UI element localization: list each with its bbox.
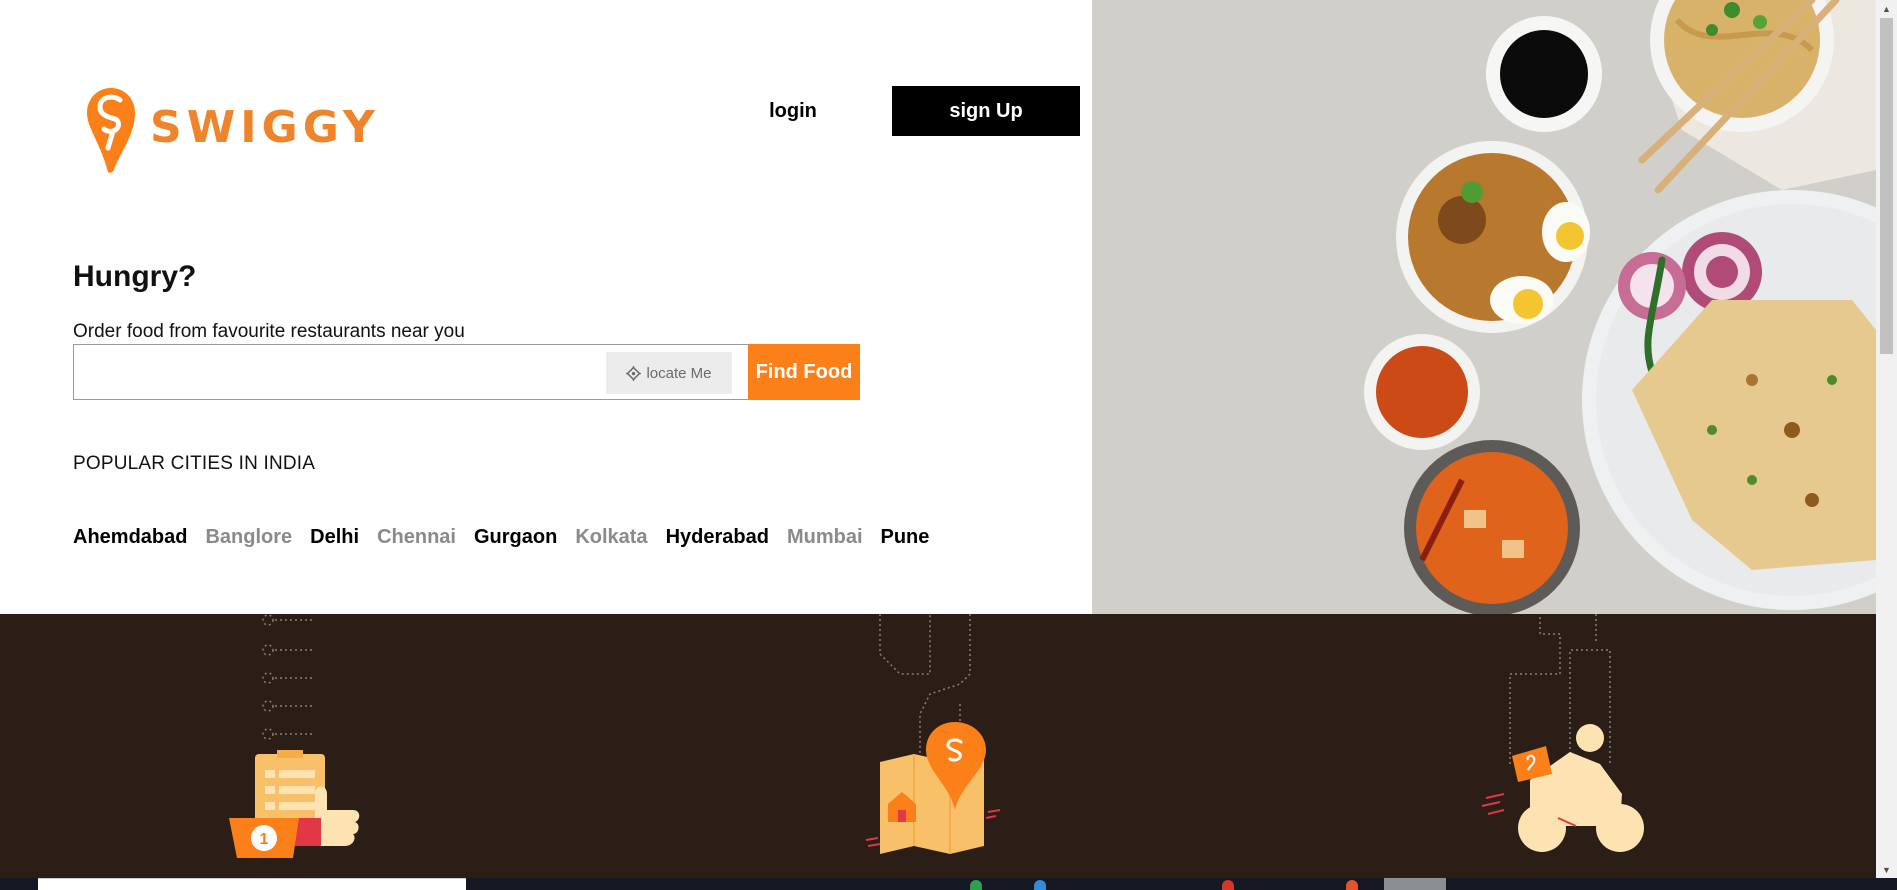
taskbar-app-icon[interactable] [970, 880, 982, 890]
order-checklist-thumbs-up-icon: 1 [229, 614, 360, 858]
swiggy-logo-icon [87, 88, 135, 173]
city-link-kolkata[interactable]: Kolkata [575, 526, 647, 549]
taskbar-active-app[interactable] [1384, 878, 1446, 890]
scroll-up-arrow-icon[interactable]: ▲ [1876, 0, 1897, 17]
map-location-pin-icon [865, 614, 1001, 854]
city-link-gurgaon[interactable]: Gurgaon [474, 526, 557, 549]
signup-button[interactable]: sign Up [892, 86, 1080, 136]
scroll-down-arrow-icon[interactable]: ▼ [1876, 861, 1897, 878]
brand-name: SWIGGY [150, 102, 380, 153]
city-link-chennai[interactable]: Chennai [377, 526, 456, 549]
city-link-delhi[interactable]: Delhi [310, 526, 359, 549]
swiggy-logo[interactable]: SWIGGY [86, 86, 380, 174]
taskbar-app-icon[interactable] [1034, 880, 1046, 890]
locate-me-button[interactable]: locate Me [606, 352, 732, 394]
taskbar-app-icon[interactable] [1222, 880, 1234, 890]
hero-left-panel: SWIGGY login sign Up Hungry? Order food … [0, 0, 1092, 614]
scrollbar-thumb[interactable] [1880, 18, 1893, 354]
city-link-mumbai[interactable]: Mumbai [787, 526, 863, 549]
city-link-pune[interactable]: Pune [881, 526, 930, 549]
find-food-button[interactable]: Find Food [748, 344, 860, 400]
city-link-hyderabad[interactable]: Hyderabad [666, 526, 769, 549]
crosshair-icon [626, 365, 642, 381]
vertical-scrollbar[interactable]: ▲ ▼ [1876, 0, 1897, 878]
hero-subtitle: Order food from favourite restaurants ne… [73, 321, 465, 342]
hero-section: SWIGGY login sign Up Hungry? Order food … [0, 0, 1876, 614]
hero-food-image [1092, 0, 1876, 614]
location-search-input[interactable] [74, 345, 604, 399]
how-it-works-band: 1 [0, 614, 1876, 878]
delivery-scooter-icon [1481, 614, 1644, 852]
os-taskbar [0, 878, 1897, 890]
popular-cities-list: Ahemdabad Banglore Delhi Chennai Gurgaon… [73, 526, 947, 549]
city-link-ahemdabad[interactable]: Ahemdabad [73, 526, 187, 549]
svg-text:1: 1 [260, 831, 269, 848]
taskbar-app-icon[interactable] [1346, 880, 1358, 890]
location-search-box: locate Me [73, 344, 749, 400]
popular-cities-title: POPULAR CITIES IN INDIA [73, 453, 316, 474]
hero-title: Hungry? [73, 260, 197, 293]
page: SWIGGY login sign Up Hungry? Order food … [0, 0, 1897, 890]
locate-me-label: locate Me [646, 364, 712, 382]
taskbar-search-box[interactable] [38, 878, 466, 890]
city-link-banglore[interactable]: Banglore [205, 526, 292, 549]
food-spread-illustration [1092, 0, 1876, 614]
login-button[interactable]: login [752, 86, 834, 136]
